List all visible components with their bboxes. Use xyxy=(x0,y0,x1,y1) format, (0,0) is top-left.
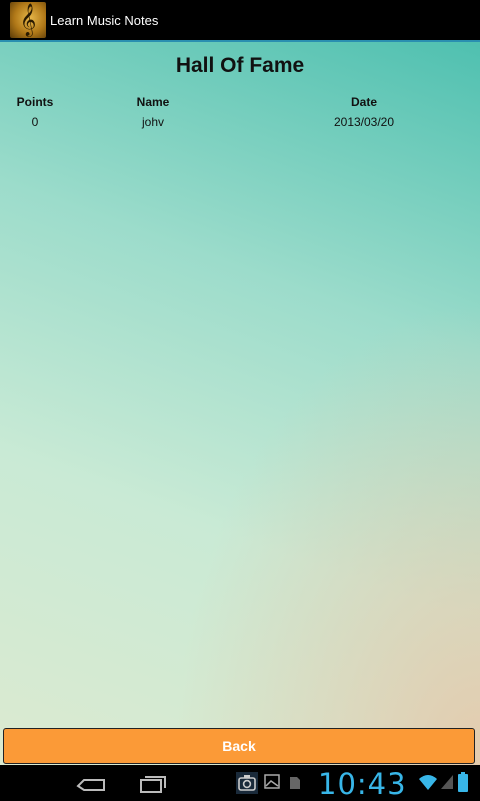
back-button[interactable]: Back xyxy=(3,728,475,764)
gallery-notification-icon[interactable] xyxy=(264,772,280,792)
row-name: johv xyxy=(141,115,164,129)
wifi-icon xyxy=(419,775,437,790)
app-title: Learn Music Notes xyxy=(50,12,159,28)
treble-clef-icon: 𝄞 xyxy=(10,2,46,38)
column-header-date: Date xyxy=(350,95,377,109)
camera-notification-icon[interactable] xyxy=(236,772,258,794)
clock: 10:43 xyxy=(318,767,407,801)
signal-icon xyxy=(441,775,453,789)
row-points: 0 xyxy=(31,115,39,129)
row-date: 2013/03/20 xyxy=(333,115,395,129)
recent-apps-icon[interactable] xyxy=(138,774,166,794)
nav-back-icon[interactable] xyxy=(75,774,109,792)
column-header-name: Name xyxy=(136,95,170,109)
page-title: Hall Of Fame xyxy=(175,54,305,77)
system-nav-bar: 10:43 xyxy=(0,765,480,801)
hall-of-fame-screen: Hall Of Fame Points Name Date 0 johv 201… xyxy=(0,42,480,765)
column-header-points: Points xyxy=(16,95,54,109)
sd-card-icon[interactable] xyxy=(289,776,301,790)
battery-icon xyxy=(458,772,468,792)
title-bar: 𝄞 Learn Music Notes xyxy=(0,0,480,40)
